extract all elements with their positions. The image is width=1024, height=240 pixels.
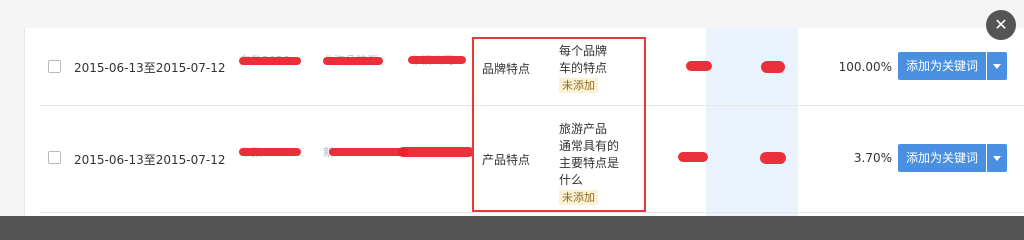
dialog: 2015-06-13至2015-07-12 车款2020 北汽品牌汇 车辆公司 …	[0, 0, 1024, 216]
redaction-mark	[408, 56, 466, 64]
redaction-mark	[398, 147, 474, 157]
date-range: 2015-06-13至2015-07-12	[74, 153, 226, 167]
redaction-mark	[329, 148, 409, 156]
redaction-mark	[686, 61, 712, 71]
row-checkbox[interactable]	[48, 151, 61, 164]
redaction-mark	[760, 152, 786, 164]
percentage-value: 100.00%	[838, 60, 892, 74]
chevron-down-icon[interactable]	[987, 144, 1007, 172]
add-keyword-button[interactable]: 添加为关键词	[898, 52, 986, 80]
redaction-mark	[323, 57, 383, 65]
percentage-value: 3.70%	[853, 151, 892, 165]
redaction-mark	[239, 148, 301, 156]
row-checkbox[interactable]	[48, 60, 61, 73]
left-gutter	[0, 28, 24, 216]
chevron-down-icon[interactable]	[987, 52, 1007, 80]
highlight-box	[472, 37, 646, 212]
date-range: 2015-06-13至2015-07-12	[74, 61, 226, 75]
add-keyword-button[interactable]: 添加为关键词	[898, 144, 986, 172]
redaction-mark	[239, 57, 301, 65]
close-icon[interactable]: ✕	[986, 10, 1016, 40]
dialog-header	[0, 0, 1024, 28]
left-border	[24, 28, 41, 216]
redaction-mark	[678, 152, 708, 162]
redaction-mark	[761, 61, 785, 73]
